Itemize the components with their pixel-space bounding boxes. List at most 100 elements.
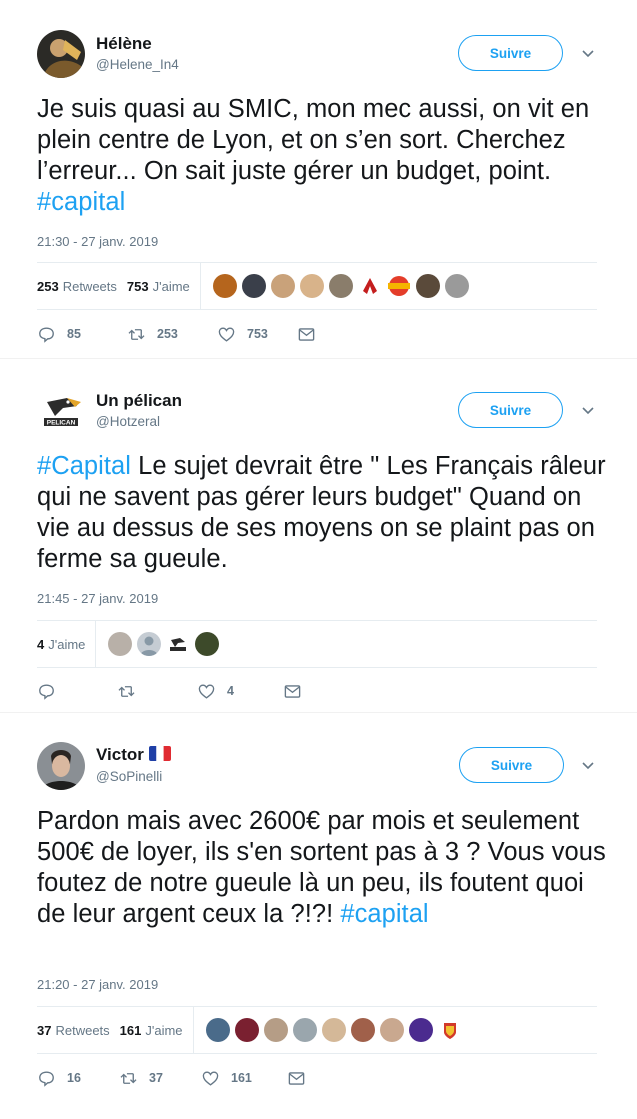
dm-button[interactable] xyxy=(297,325,316,344)
retweet-button[interactable]: 253 xyxy=(127,325,217,344)
liker-avatar[interactable] xyxy=(108,632,133,656)
liker-avatar[interactable] xyxy=(328,274,353,298)
liker-avatar[interactable] xyxy=(195,632,220,656)
reply-button[interactable] xyxy=(37,682,117,701)
timestamp[interactable]: 21:45 - 27 janv. 2019 xyxy=(37,591,158,606)
tweet-victor: Victor @SoPinelli Suivre Pardon mais ave… xyxy=(0,712,637,1119)
liker-avatar[interactable] xyxy=(357,274,382,298)
heart-icon xyxy=(218,326,235,342)
reply-button[interactable]: 16 xyxy=(37,1069,119,1088)
liker-avatar[interactable] xyxy=(350,1018,375,1042)
liker-avatar[interactable] xyxy=(234,1018,259,1042)
follow-button[interactable]: Suivre xyxy=(458,35,563,71)
likes-stat[interactable]: 4 J'aime xyxy=(37,637,85,652)
envelope-icon xyxy=(298,327,315,341)
like-button[interactable]: 161 xyxy=(201,1069,287,1088)
display-name[interactable]: Un pélican xyxy=(96,391,182,411)
heart-icon xyxy=(202,1070,219,1086)
divider xyxy=(37,1053,597,1054)
likes-stat[interactable]: 753 J'aime xyxy=(127,279,190,294)
stats-bar: 253 Retweets 753 J'aime xyxy=(37,263,474,309)
dm-button[interactable] xyxy=(283,682,302,701)
user-handle[interactable]: @SoPinelli xyxy=(96,769,162,784)
action-bar: 85 253 753 xyxy=(37,322,316,346)
stats-bar: 4 J'aime xyxy=(37,621,224,667)
action-bar: 16 37 161 xyxy=(37,1066,306,1090)
liker-avatar[interactable] xyxy=(386,274,411,298)
liker-avatar[interactable] xyxy=(137,632,162,656)
action-bar: 4 xyxy=(37,679,302,703)
liker-avatar[interactable] xyxy=(444,274,469,298)
dm-button[interactable] xyxy=(287,1069,306,1088)
user-handle[interactable]: @Hotzeral xyxy=(96,414,160,429)
reply-count: 85 xyxy=(67,327,81,341)
likes-label: J'aime xyxy=(152,278,190,294)
liker-avatar[interactable] xyxy=(415,274,440,298)
divider xyxy=(192,1007,194,1053)
reply-icon xyxy=(39,1070,54,1087)
tweet-helene: Hélène @Helene_In4 Suivre Je suis quasi … xyxy=(0,0,637,355)
retweets-stat[interactable]: 253 Retweets xyxy=(37,279,117,294)
like-button[interactable]: 4 xyxy=(197,682,283,701)
tweet-pelican: PELICAN Un pélican @Hotzeral Suivre #Cap… xyxy=(0,358,637,710)
hashtag-link[interactable]: #Capital xyxy=(37,452,131,480)
retweet-button[interactable] xyxy=(117,682,197,701)
retweets-stat[interactable]: 37 Retweets xyxy=(37,1023,110,1038)
display-name[interactable]: Victor xyxy=(96,745,171,765)
retweet-button[interactable]: 37 xyxy=(119,1069,201,1088)
liker-avatar[interactable] xyxy=(241,274,266,298)
tweet-body: Pardon mais avec 2600€ par mois et seule… xyxy=(37,807,606,928)
liker-avatar[interactable] xyxy=(408,1018,433,1042)
like-count: 753 xyxy=(247,327,268,341)
liker-avatar[interactable] xyxy=(205,1018,230,1042)
stats-bar: 37 Retweets 161 J'aime xyxy=(37,1007,467,1053)
reply-icon xyxy=(39,683,54,700)
chevron-down-icon[interactable] xyxy=(580,402,596,418)
liker-avatar[interactable] xyxy=(270,274,295,298)
timestamp[interactable]: 21:20 - 27 janv. 2019 xyxy=(37,977,158,992)
follow-button[interactable]: Suivre xyxy=(458,392,563,428)
liker-avatars xyxy=(212,274,474,298)
reply-button[interactable]: 85 xyxy=(37,325,127,344)
tweet-text: Je suis quasi au SMIC, mon mec aussi, on… xyxy=(37,94,617,218)
liker-avatar[interactable] xyxy=(292,1018,317,1042)
timestamp[interactable]: 21:30 - 27 janv. 2019 xyxy=(37,234,158,249)
like-count: 4 xyxy=(227,684,234,698)
liker-avatar[interactable] xyxy=(321,1018,346,1042)
hashtag-link[interactable]: #capital xyxy=(340,900,428,928)
reply-count: 16 xyxy=(67,1071,81,1085)
display-name[interactable]: Hélène xyxy=(96,34,152,54)
hashtag-link[interactable]: #capital xyxy=(37,188,125,216)
liker-avatar[interactable] xyxy=(263,1018,288,1042)
likes-count: 753 xyxy=(126,278,149,294)
divider xyxy=(37,667,597,668)
avatar[interactable] xyxy=(37,742,85,790)
avatar[interactable]: PELICAN xyxy=(37,388,85,436)
liker-avatar[interactable] xyxy=(166,632,191,656)
likes-stat[interactable]: 161 J'aime xyxy=(120,1023,183,1038)
retweets-count: 37 xyxy=(37,1022,52,1038)
chevron-down-icon[interactable] xyxy=(580,757,596,773)
svg-text:PELICAN: PELICAN xyxy=(47,420,76,427)
avatar[interactable] xyxy=(37,30,85,78)
likes-count: 4 xyxy=(37,636,45,652)
tweet-body: Je suis quasi au SMIC, mon mec aussi, on… xyxy=(37,95,590,185)
follow-button[interactable]: Suivre xyxy=(459,747,564,783)
like-count: 161 xyxy=(231,1071,252,1085)
liker-avatar[interactable] xyxy=(299,274,324,298)
liker-avatar[interactable] xyxy=(212,274,237,298)
envelope-icon xyxy=(288,1071,305,1085)
liker-avatar[interactable] xyxy=(379,1018,404,1042)
divider xyxy=(37,309,597,310)
heart-icon xyxy=(198,683,215,699)
chevron-down-icon[interactable] xyxy=(580,45,596,61)
liker-avatar[interactable] xyxy=(437,1018,462,1042)
divider xyxy=(95,621,97,667)
retweet-icon xyxy=(128,328,145,340)
retweet-count: 253 xyxy=(157,327,178,341)
like-button[interactable]: 753 xyxy=(217,325,297,344)
reply-icon xyxy=(39,326,54,343)
liker-avatars xyxy=(108,632,224,656)
user-handle[interactable]: @Helene_In4 xyxy=(96,57,179,72)
display-name-text: Victor xyxy=(96,745,144,764)
